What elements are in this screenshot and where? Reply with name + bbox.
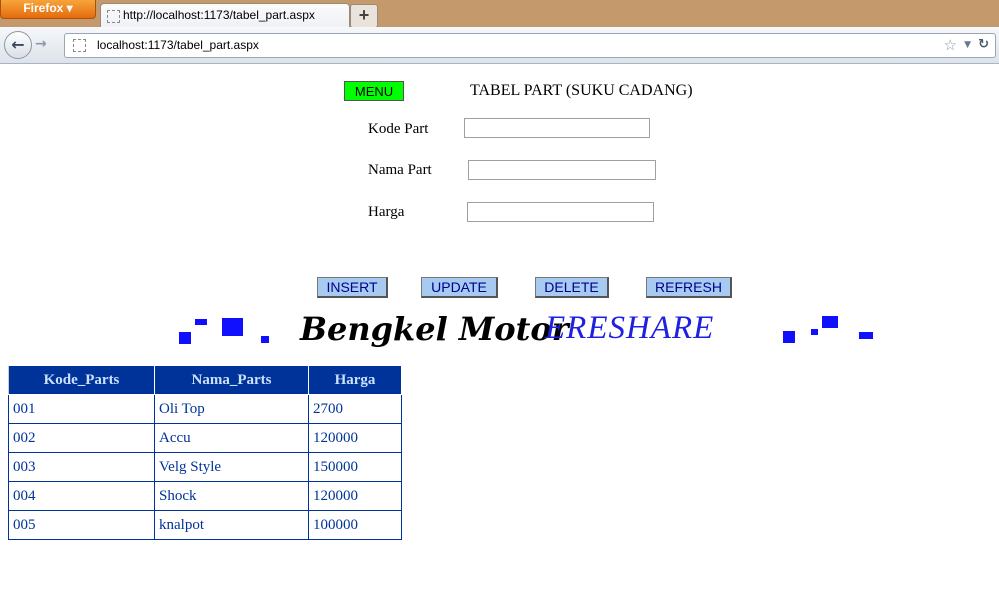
- table-header-row: Kode_Parts Nama_Parts Harga: [8, 365, 402, 395]
- forward-arrow-icon[interactable]: →: [35, 36, 47, 52]
- table-row: 003 Velg Style 150000: [8, 452, 402, 482]
- reload-icon[interactable]: ↻: [978, 37, 989, 52]
- insert-button[interactable]: INSERT: [317, 277, 388, 298]
- banner-square-decoration: [822, 316, 838, 328]
- browser-titlebar: Firefox ▾ http://localhost:1173/tabel_pa…: [0, 0, 999, 28]
- history-dropdown-icon[interactable]: ▼: [964, 40, 971, 50]
- bookmark-star-icon[interactable]: ☆: [944, 36, 957, 54]
- table-cell: 002: [8, 423, 155, 453]
- site-identity-icon: [73, 39, 86, 52]
- firefox-menu-label: Firefox: [23, 1, 64, 15]
- nama-part-label: Nama Part: [368, 162, 432, 178]
- parts-table: Kode_Parts Nama_Parts Harga 001 Oli Top …: [8, 365, 402, 540]
- table-cell: 120000: [308, 481, 402, 511]
- table-cell: 100000: [308, 510, 402, 540]
- browser-navbar: ← → localhost:1173/tabel_part.aspx ☆ ▼ ↻: [0, 27, 999, 64]
- table-row: 002 Accu 120000: [8, 423, 402, 453]
- banner-square-decoration: [811, 329, 818, 335]
- nama-part-input[interactable]: [468, 160, 656, 180]
- menu-button[interactable]: MENU: [344, 81, 404, 101]
- column-header-kode: Kode_Parts: [8, 365, 155, 395]
- kode-part-label: Kode Part: [368, 121, 429, 137]
- banner-square-decoration: [222, 318, 243, 336]
- page-favicon-icon: [107, 10, 120, 23]
- table-cell: Accu: [154, 423, 309, 453]
- back-arrow-icon[interactable]: ←: [4, 31, 32, 59]
- table-row: 001 Oli Top 2700: [8, 394, 402, 424]
- table-cell: 2700: [308, 394, 402, 424]
- firefox-menu-button[interactable]: Firefox ▾: [0, 0, 96, 19]
- refresh-button[interactable]: REFRESH: [646, 277, 732, 298]
- table-row: 004 Shock 120000: [8, 481, 402, 511]
- harga-input[interactable]: [467, 202, 654, 222]
- banner-bengkel-motor: Bengkel Motor: [300, 310, 569, 348]
- column-header-nama: Nama_Parts: [154, 365, 309, 395]
- table-cell: 150000: [308, 452, 402, 482]
- banner-square-decoration: [179, 332, 191, 344]
- banner-ereshare: ERESHARE: [545, 310, 715, 346]
- update-button[interactable]: UPDATE: [421, 277, 498, 298]
- table-row: 005 knalpot 100000: [8, 510, 402, 540]
- address-bar[interactable]: localhost:1173/tabel_part.aspx ☆ ▼ ↻: [64, 33, 996, 58]
- table-cell: Shock: [154, 481, 309, 511]
- table-cell: 003: [8, 452, 155, 482]
- column-header-harga: Harga: [308, 365, 402, 395]
- table-cell: 005: [8, 510, 155, 540]
- table-cell: Velg Style: [154, 452, 309, 482]
- delete-button[interactable]: DELETE: [535, 277, 609, 298]
- banner-square-decoration: [783, 331, 795, 343]
- table-cell: Oli Top: [154, 394, 309, 424]
- table-cell: knalpot: [154, 510, 309, 540]
- banner-square-decoration: [195, 319, 207, 325]
- kode-part-input[interactable]: [464, 118, 650, 138]
- tab-title: http://localhost:1173/tabel_part.aspx: [123, 8, 315, 22]
- browser-tab[interactable]: http://localhost:1173/tabel_part.aspx: [100, 3, 350, 28]
- banner-square-decoration: [261, 336, 269, 343]
- table-cell: 001: [8, 394, 155, 424]
- address-url[interactable]: localhost:1173/tabel_part.aspx: [97, 38, 259, 52]
- page-title: TABEL PART (SUKU CADANG): [470, 82, 693, 99]
- banner-square-decoration: [859, 332, 873, 339]
- harga-label: Harga: [368, 204, 405, 220]
- new-tab-button[interactable]: +: [350, 4, 378, 28]
- table-cell: 004: [8, 481, 155, 511]
- table-cell: 120000: [308, 423, 402, 453]
